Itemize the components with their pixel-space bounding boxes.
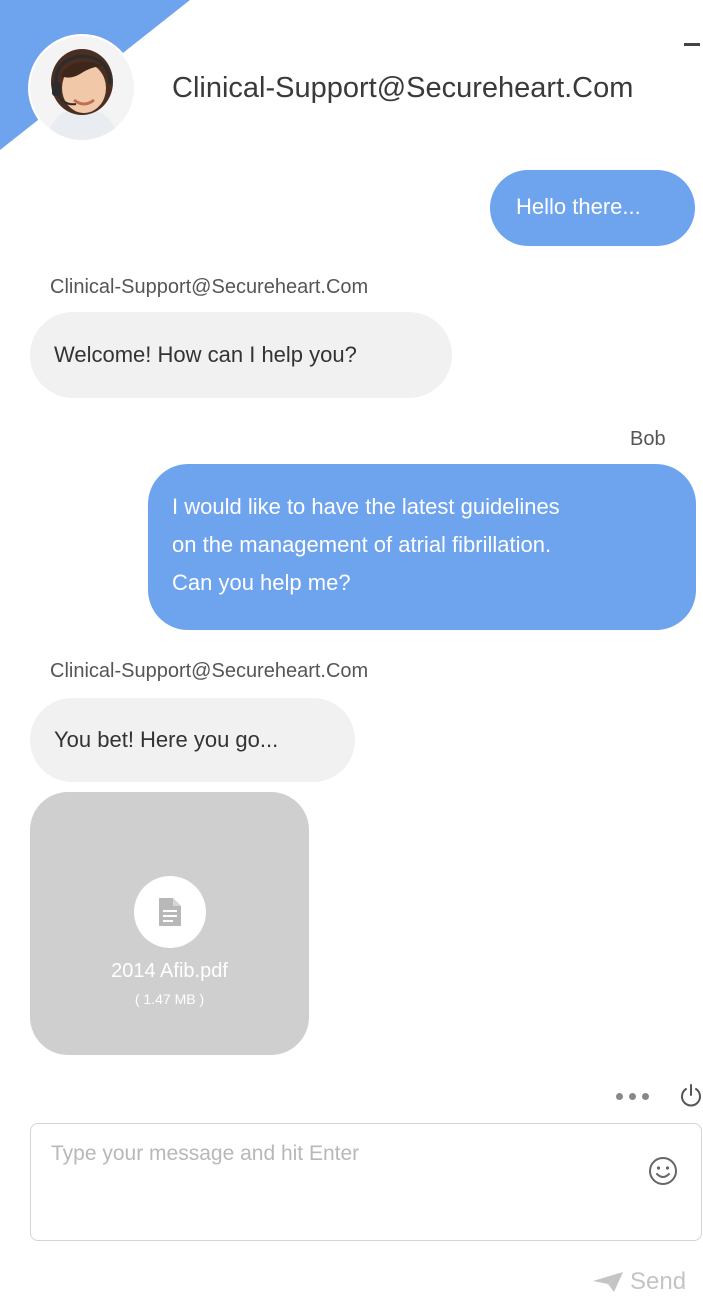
more-dots-icon[interactable] [616,1093,656,1105]
minimize-icon[interactable] [684,43,700,46]
paper-plane-icon [593,1272,623,1292]
document-icon [159,898,181,926]
attachment-size: ( 1.47 MB ) [134,991,205,1007]
message-sender: Clinical-Support@Secureheart.Com [50,660,369,682]
message-sender: Bob [630,428,666,450]
file-icon-circle [134,876,206,948]
message-line: on the management of atrial fibrillation… [172,532,552,557]
message-bubble-outgoing: Hello there... [490,170,695,246]
message-bubble-incoming: Welcome! How can I help you? [30,312,452,398]
header-title: Clinical-Support@Secureheart.Com [172,72,634,104]
message-line: Can you help me? [172,570,351,595]
message-bubble-incoming: You bet! Here you go... [30,698,355,782]
attachment-filename: 2014 Afib.pdf [111,960,228,982]
support-avatar [30,36,134,140]
send-label: Send [630,1268,687,1295]
message-sender: Clinical-Support@Secureheart.Com [50,276,369,298]
power-icon[interactable] [680,1084,702,1113]
message-bubble-outgoing: I would like to have the latest guidelin… [148,464,696,630]
message-input-container [30,1123,702,1241]
support-agent-avatar-icon [30,36,134,140]
message-line: I would like to have the latest guidelin… [172,494,560,519]
smiley-icon[interactable] [648,1156,678,1191]
send-button[interactable]: Send [592,1268,686,1296]
file-attachment[interactable]: 2014 Afib.pdf ( 1.47 MB ) [30,792,309,1055]
message-input[interactable] [51,1142,631,1222]
